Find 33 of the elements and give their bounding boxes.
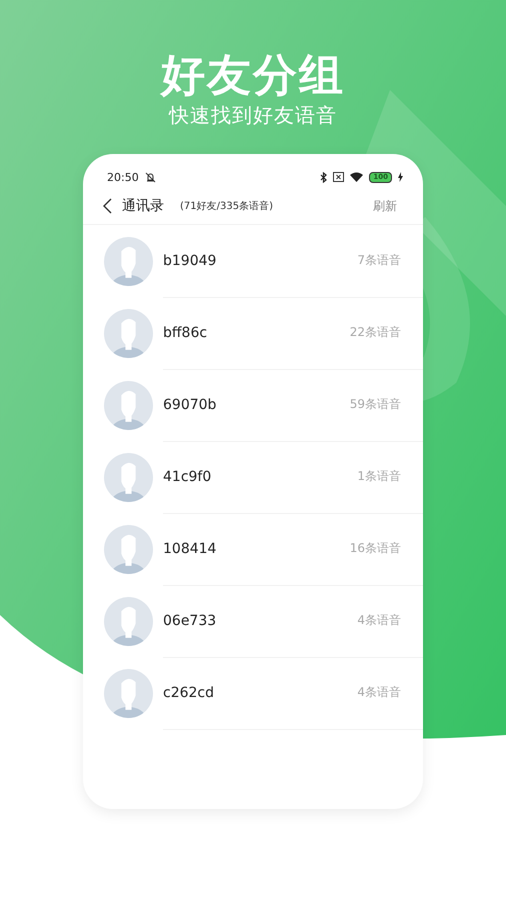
contact-name: 108414 bbox=[163, 540, 218, 556]
wifi-icon bbox=[350, 172, 364, 182]
avatar-icon bbox=[104, 452, 153, 502]
voice-count: 22条语音 bbox=[350, 324, 401, 341]
contact-name: bff86c bbox=[163, 324, 208, 340]
contact-name: b19049 bbox=[163, 252, 218, 268]
bluetooth-icon bbox=[320, 172, 328, 182]
voice-count: 59条语音 bbox=[350, 396, 401, 413]
back-icon[interactable] bbox=[103, 198, 112, 214]
voice-count: 16条语音 bbox=[350, 540, 401, 557]
contact-name: 69070b bbox=[163, 396, 218, 412]
avatar-icon bbox=[104, 380, 153, 430]
voice-count: 1条语音 bbox=[357, 468, 401, 485]
voice-count: 7条语音 bbox=[357, 252, 401, 269]
promo-title: 好友分组 bbox=[161, 50, 345, 102]
avatar-icon bbox=[104, 236, 153, 286]
contact-name: 06e733 bbox=[163, 612, 218, 628]
charging-bolt-icon bbox=[398, 172, 403, 182]
contact-name: c262cd bbox=[163, 684, 216, 700]
page-title: 通讯录 bbox=[122, 197, 164, 215]
avatar-icon bbox=[104, 596, 153, 646]
contact-name: 41c9f0 bbox=[163, 468, 212, 484]
avatar-icon bbox=[104, 668, 153, 718]
contact-summary: (71好友/335条语音) bbox=[180, 200, 274, 213]
avatar-icon bbox=[104, 524, 153, 574]
voice-count: 4条语音 bbox=[357, 684, 401, 701]
voice-count: 4条语音 bbox=[357, 612, 401, 629]
bell-off-icon bbox=[144, 172, 156, 182]
status-time: 20:50 bbox=[107, 170, 139, 184]
sim-icon bbox=[333, 172, 344, 182]
refresh-button[interactable]: 刷新 bbox=[373, 198, 397, 214]
promo-subtitle: 快速找到好友语音 bbox=[169, 102, 337, 128]
avatar-icon bbox=[104, 308, 153, 358]
